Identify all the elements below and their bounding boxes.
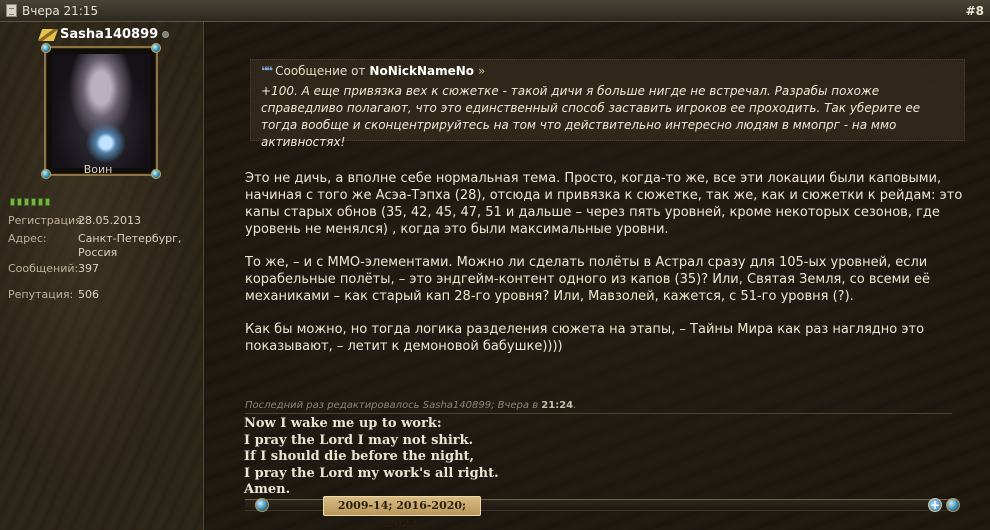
username-link[interactable]: Sasha140899 bbox=[60, 27, 158, 42]
frame-gem-icon bbox=[41, 43, 51, 53]
signature-line: I pray the Lord I may not shirk. bbox=[244, 432, 474, 448]
signature-line: Now I wake me up to work: bbox=[244, 416, 442, 431]
registration-value: 28.05.2013 bbox=[78, 214, 141, 227]
message-paragraph: Как бы можно, но тогда логика разделения… bbox=[245, 322, 925, 354]
address-value: Санкт-Петербург, Россия bbox=[78, 232, 182, 259]
post-number-link[interactable]: #8 bbox=[966, 4, 984, 18]
signature-plate: 2009-14; 2016-2020; 2022 bbox=[323, 496, 481, 530]
banner-orb-icon bbox=[255, 498, 269, 512]
reputation-pip-icon bbox=[31, 198, 36, 206]
user-sidebar: Sasha140899 Воин Регистрация: 28.05.2013… bbox=[0, 22, 204, 530]
message-body: Это не дичь, а вполне себе нормальная те… bbox=[245, 170, 975, 371]
quote-text: +100. А еще привязка вех к сюжетке - так… bbox=[261, 84, 921, 149]
signature: Now I wake me up to work: I pray the Lor… bbox=[244, 416, 964, 499]
quote-box: ❝❝ Сообщение от NoNickNameNo » +100. А е… bbox=[250, 59, 965, 149]
username-row: Sasha140899 bbox=[37, 27, 170, 42]
user-title: Воин bbox=[83, 163, 113, 176]
edited-time: 21:24 bbox=[541, 400, 574, 411]
avatar-image bbox=[52, 54, 150, 168]
reputation-label: Репутация: bbox=[8, 288, 74, 301]
frame-gem-icon bbox=[151, 43, 161, 53]
edited-text: Последний раз редактировалось Sasha14089… bbox=[245, 400, 539, 411]
quote-header: ❝❝ Сообщение от NoNickNameNo » bbox=[261, 64, 954, 78]
banner-orb-icon bbox=[946, 498, 960, 512]
reputation-pip-icon bbox=[10, 198, 15, 206]
posts-value: 397 bbox=[78, 262, 99, 275]
post-document-icon bbox=[6, 4, 17, 17]
address-label: Адрес: bbox=[8, 232, 47, 245]
offline-status-icon bbox=[162, 31, 170, 38]
reputation-value: 506 bbox=[78, 288, 99, 301]
post-header: Вчера 21:15 #8 bbox=[0, 0, 990, 22]
post-date: Вчера 21:15 bbox=[22, 3, 99, 18]
reputation-pip-icon bbox=[17, 198, 22, 206]
avatar[interactable] bbox=[41, 43, 161, 179]
plus-button[interactable]: + bbox=[928, 498, 942, 512]
signature-line: I pray the Lord my work's all right. bbox=[244, 465, 499, 481]
quote-icon: ❝❝ bbox=[261, 64, 273, 78]
quote-author: NoNickNameNo bbox=[369, 64, 475, 78]
view-post-arrow-icon[interactable]: » bbox=[478, 64, 485, 78]
posts-label: Сообщений: bbox=[8, 262, 79, 275]
edited-note: Последний раз редактировалось Sasha14089… bbox=[245, 400, 952, 414]
message-paragraph: То же, – и с ММО-элементами. Можно ли сд… bbox=[245, 255, 931, 304]
quote-prefix: Сообщение от bbox=[275, 64, 366, 78]
edited-suffix: . bbox=[573, 400, 577, 411]
rank-icon bbox=[37, 28, 59, 41]
reputation-bar[interactable] bbox=[10, 198, 50, 206]
reputation-pip-icon bbox=[38, 198, 43, 206]
reputation-pip-icon bbox=[45, 198, 50, 206]
signature-line: If I should die before the night, bbox=[244, 449, 475, 464]
message-paragraph: Это не дичь, а вполне себе нормальная те… bbox=[245, 171, 963, 237]
reputation-pip-icon bbox=[24, 198, 29, 206]
registration-label: Регистрация: bbox=[8, 214, 86, 227]
post-content: ❝❝ Сообщение от NoNickNameNo » +100. А е… bbox=[205, 22, 990, 530]
